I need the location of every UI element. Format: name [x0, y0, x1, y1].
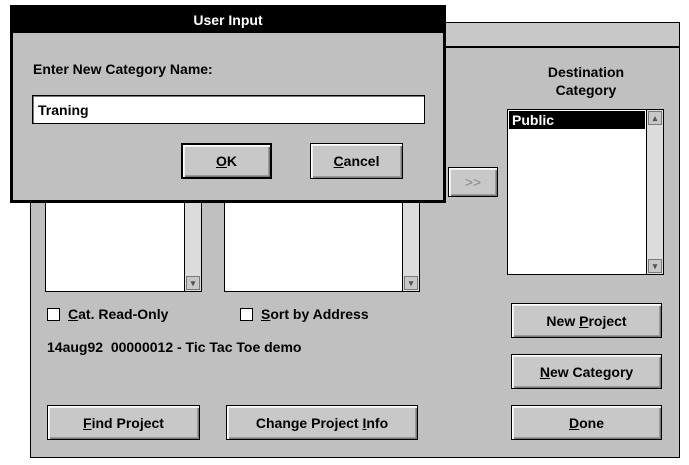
scroll-down-icon[interactable]: ▾: [648, 259, 662, 273]
ok-button[interactable]: OK: [181, 143, 272, 179]
destination-category-list[interactable]: Public ▴ ▾: [507, 109, 664, 275]
sort-by-address-label: Sort by Address: [261, 306, 369, 322]
destination-item-public[interactable]: Public: [509, 111, 645, 129]
scroll-down-icon[interactable]: ▾: [404, 276, 418, 290]
cancel-button[interactable]: Cancel: [310, 143, 403, 179]
done-button[interactable]: Done: [511, 405, 662, 440]
sort-by-address-checkbox[interactable]: [240, 308, 253, 321]
new-category-button[interactable]: New Category: [511, 354, 662, 389]
find-project-button[interactable]: Find Project: [47, 405, 200, 440]
cat-readonly-label: Cat. Read-Only: [68, 306, 169, 322]
destination-category-label: Destination Category: [547, 64, 625, 98]
move-right-button[interactable]: >>: [448, 167, 498, 197]
new-project-button[interactable]: New Project: [511, 303, 662, 338]
dialog-title: User Input: [13, 8, 443, 33]
project-status-text: 14aug92 00000012 - Tic Tac Toe demo: [47, 339, 302, 355]
cat-readonly-checkbox[interactable]: [47, 308, 60, 321]
scroll-down-icon[interactable]: ▾: [186, 276, 200, 290]
dialog-prompt: Enter New Category Name:: [33, 61, 213, 77]
destination-scrollbar[interactable]: ▴ ▾: [646, 110, 663, 274]
scroll-up-icon[interactable]: ▴: [648, 111, 662, 125]
change-project-info-button[interactable]: Change Project Info: [226, 405, 418, 440]
category-name-input[interactable]: Traning: [32, 95, 425, 124]
